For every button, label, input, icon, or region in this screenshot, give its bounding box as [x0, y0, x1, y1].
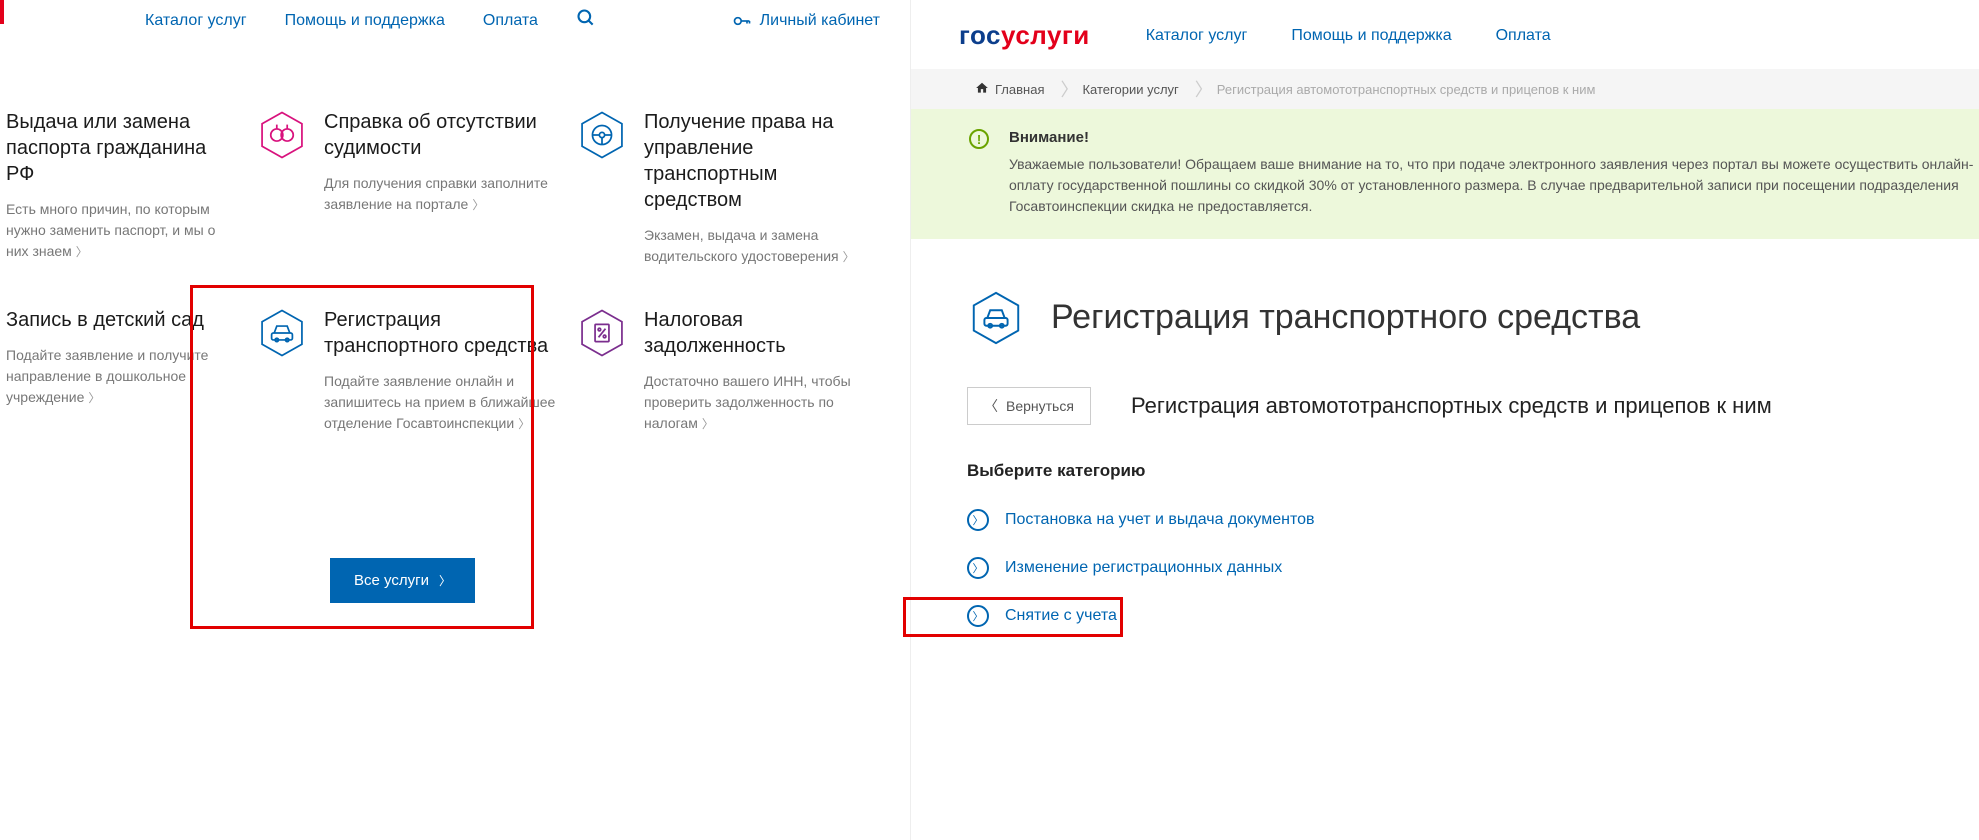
header: госуслуги Каталог услуг Помощь и поддерж… [911, 0, 1979, 69]
breadcrumb-label: Регистрация автомототранспортных средств… [1217, 82, 1596, 97]
chevron-right-icon: 〉 [76, 245, 88, 259]
attention-alert: ! Внимание! Уважаемые пользователи! Обра… [911, 109, 1979, 239]
arrow-circle-icon: 〉 [967, 605, 989, 627]
all-services-button[interactable]: Все услуги 〉 [330, 558, 475, 603]
chevron-left-icon: 〈 [984, 396, 998, 416]
top-navigation: Каталог услуг Помощь и поддержка Оплата [1146, 27, 1551, 45]
gosuslugi-logo[interactable]: госуслуги [959, 20, 1090, 51]
chevron-right-icon: 〉 [88, 391, 100, 405]
alert-info-icon: ! [969, 129, 989, 149]
alert-text: Уважаемые пользователи! Обращаем ваше вн… [1009, 154, 1979, 217]
category-item-remove[interactable]: 〉 Снятие с учета [967, 605, 1979, 627]
category-label: Изменение регистрационных данных [1005, 559, 1282, 577]
search-icon[interactable] [576, 8, 596, 33]
category-item-change[interactable]: 〉 Изменение регистрационных данных [967, 557, 1979, 579]
subheading-row: 〈 Вернуться Регистрация автомототранспор… [911, 387, 1979, 461]
chevron-right-icon: 〉 [518, 417, 530, 431]
choose-category-label: Выберите категорию [911, 461, 1979, 509]
breadcrumb-current: Регистрация автомототранспортных средств… [1211, 82, 1614, 97]
card-driving-license[interactable]: Получение права на управление транспортн… [576, 109, 876, 267]
arrow-circle-icon: 〉 [967, 509, 989, 531]
card-title: Выдача или замена паспорта гражданина РФ [6, 109, 226, 187]
account-label: Личный кабинет [760, 12, 880, 30]
breadcrumb-home[interactable]: Главная [969, 81, 1062, 98]
key-icon [732, 11, 752, 31]
breadcrumb-label: Главная [995, 82, 1044, 97]
car-icon [256, 307, 308, 359]
chevron-right-icon: 〉 [472, 198, 484, 212]
category-label: Постановка на учет и выдача документов [1005, 511, 1315, 529]
category-list: 〉 Постановка на учет и выдача документов… [911, 509, 1979, 627]
card-desc: Для получения справки заполните заявлени… [324, 173, 556, 215]
all-services-label: Все услуги [354, 572, 429, 589]
card-kindergarten[interactable]: Запись в детский сад Подайте заявление и… [6, 307, 236, 434]
nav-payment[interactable]: Оплата [1496, 27, 1551, 45]
alert-title: Внимание! [1009, 127, 1979, 150]
breadcrumb: Главная 〉 Категории услуг 〉 Регистрация … [911, 69, 1979, 109]
steering-wheel-icon [576, 109, 628, 161]
back-button[interactable]: 〈 Вернуться [967, 387, 1091, 425]
arrow-circle-icon: 〉 [967, 557, 989, 579]
card-title: Налоговая задолженность [644, 307, 876, 359]
card-passport[interactable]: Выдача или замена паспорта гражданина РФ… [6, 109, 236, 267]
brand-accent-strip [0, 0, 4, 24]
card-criminal-record[interactable]: Справка об отсутствии судимости Для полу… [256, 109, 556, 267]
account-link[interactable]: Личный кабинет [732, 11, 880, 31]
card-title: Регистрация транспортного средства [324, 307, 556, 359]
card-desc: Подайте заявление и получите направление… [6, 345, 226, 408]
nav-payment[interactable]: Оплата [483, 12, 538, 30]
percent-document-icon [576, 307, 628, 359]
card-title: Запись в детский сад [6, 307, 226, 333]
breadcrumb-label: Категории услуг [1082, 82, 1178, 97]
card-tax-debt[interactable]: Налоговая задолженность Достаточно вашег… [576, 307, 876, 434]
home-icon [975, 81, 989, 98]
top-navigation: Каталог услуг Помощь и поддержка Оплата … [0, 0, 910, 49]
nav-catalog[interactable]: Каталог услуг [145, 12, 247, 30]
card-desc: Достаточно вашего ИНН, чтобы проверить з… [644, 371, 876, 434]
chevron-right-icon: 〉 [702, 417, 714, 431]
back-label: Вернуться [1006, 398, 1074, 414]
nav-catalog[interactable]: Каталог услуг [1146, 27, 1248, 45]
category-label: Снятие с учета [1005, 607, 1117, 625]
breadcrumb-categories[interactable]: Категории услуг [1076, 82, 1196, 97]
page-title: Регистрация транспортного средства [1051, 298, 1640, 337]
nav-help[interactable]: Помощь и поддержка [285, 12, 445, 30]
card-vehicle-registration[interactable]: Регистрация транспортного средства Подай… [256, 307, 556, 434]
nav-help[interactable]: Помощь и поддержка [1291, 27, 1451, 45]
logo-part1: гос [959, 20, 1001, 50]
card-desc: Есть много причин, по которым нужно заме… [6, 199, 226, 262]
card-title: Справка об отсутствии судимости [324, 109, 556, 161]
card-desc: Подайте заявление онлайн и запишитесь на… [324, 371, 556, 434]
page-heading: Регистрация транспортного средства [911, 239, 1979, 387]
card-desc: Экзамен, выдача и замена водительского у… [644, 225, 876, 267]
page-subtitle: Регистрация автомототранспортных средств… [1131, 393, 1772, 419]
chevron-right-icon: 〉 [843, 250, 855, 264]
car-icon [967, 289, 1025, 347]
chevron-right-icon: 〉 [439, 572, 451, 589]
logo-part2: услуги [1001, 20, 1090, 50]
card-title: Получение права на управление транспортн… [644, 109, 876, 213]
handcuffs-icon [256, 109, 308, 161]
category-item-register[interactable]: 〉 Постановка на учет и выдача документов [967, 509, 1979, 531]
